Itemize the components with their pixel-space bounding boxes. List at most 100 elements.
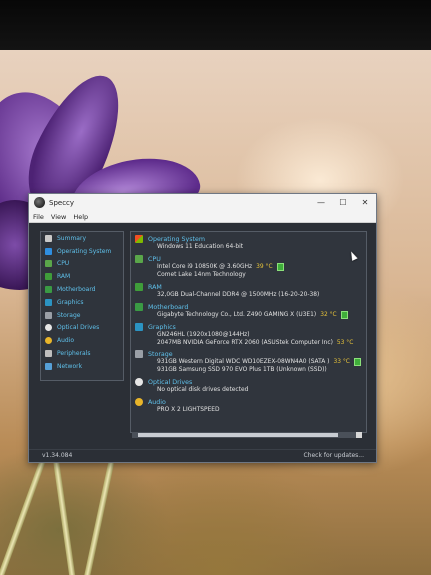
sidebar-item-graphics[interactable]: Graphics: [41, 296, 123, 309]
section-title: Optical Drives: [148, 378, 193, 386]
sidebar-item-label: Audio: [57, 337, 75, 345]
section-title: RAM: [148, 283, 162, 291]
sidebar-item-label: Peripherals: [57, 350, 91, 358]
sidebar-item-label: Storage: [57, 311, 81, 319]
maximize-button[interactable]: ☐: [332, 194, 354, 211]
sidebar-item-audio[interactable]: Audio: [41, 334, 123, 347]
version-label: v1.34.084: [42, 452, 73, 459]
sidebar-item-label: Graphics: [57, 298, 84, 306]
graphics-icon: [135, 323, 143, 331]
gpu-temperature: 53 °C: [336, 340, 354, 346]
gpu-model: 2047MB NVIDIA GeForce RTX 2060 (ASUStek …: [157, 340, 333, 346]
sidebar-item-label: Network: [57, 362, 83, 370]
section-title: Audio: [148, 398, 166, 406]
windows-icon: [135, 235, 143, 243]
monitor-value: GN246HL (1920x1080@144Hz): [157, 332, 250, 338]
optical-drive-icon: [135, 378, 143, 386]
hdd-model: 931GB Western Digital WDC WD10EZEX-08WN4…: [157, 359, 330, 365]
motherboard-model: Gigabyte Technology Co., Ltd. Z490 GAMIN…: [157, 312, 317, 318]
temperature-indicator-icon: [276, 263, 284, 271]
section-title: Graphics: [148, 323, 176, 331]
sidebar-item-label: RAM: [57, 273, 71, 281]
motherboard-value: Gigabyte Technology Co., Ltd. Z490 GAMIN…: [157, 311, 348, 319]
section-title: CPU: [148, 255, 161, 263]
ram-icon: [45, 273, 52, 281]
cpu-technology: Comet Lake 14nm Technology: [157, 272, 246, 278]
ssd-value: 931GB Samsung SSD 970 EVO Plus 1TB (Unkn…: [157, 367, 327, 373]
storage-icon: [135, 350, 143, 358]
section-ram: RAM 32,0GB Dual-Channel DDR4 @ 1500MHz (…: [135, 283, 319, 299]
summary-icon: [45, 234, 52, 242]
menu-help[interactable]: Help: [73, 213, 88, 221]
os-value: Windows 11 Education 64-bit: [157, 244, 244, 250]
ram-value: 32,0GB Dual-Channel DDR4 @ 1500MHz (16-2…: [157, 292, 320, 298]
window-title: Speccy: [49, 198, 75, 207]
flower-stem: [81, 460, 115, 575]
sidebar-item-label: Motherboard: [57, 286, 96, 294]
temperature-indicator-icon: [340, 311, 348, 319]
menu-bar: File View Help: [29, 211, 376, 223]
audio-icon: [135, 398, 143, 406]
sidebar-item-optical-drives[interactable]: Optical Drives: [41, 322, 123, 335]
section-motherboard: Motherboard Gigabyte Technology Co., Ltd…: [135, 303, 348, 319]
windows-icon: [45, 247, 52, 255]
section-operating-system: Operating System Windows 11 Education 64…: [135, 235, 243, 251]
minimize-button[interactable]: —: [310, 194, 332, 211]
section-audio: Audio PRO X 2 LIGHTSPEED: [135, 398, 220, 414]
hdd-value: 931GB Western Digital WDC WD10EZEX-08WN4…: [157, 358, 361, 366]
sidebar-item-label: Optical Drives: [57, 324, 100, 332]
ram-icon: [135, 283, 143, 291]
motherboard-temperature: 32 °C: [320, 312, 337, 318]
section-title: Storage: [148, 350, 173, 358]
audio-value: PRO X 2 LIGHTSPEED: [157, 407, 220, 413]
temperature-indicator-icon: [353, 358, 361, 366]
status-bar: v1.34.084 Check for updates...: [29, 449, 376, 462]
cpu-icon: [45, 260, 52, 268]
motherboard-icon: [45, 286, 52, 294]
flower-stem: [0, 443, 52, 575]
network-icon: [45, 362, 52, 370]
cpu-value: Intel Core i9 10850K @ 3.60GHz 39 °C: [157, 263, 284, 271]
section-storage: Storage 931GB Western Digital WDC WD10EZ…: [135, 350, 361, 374]
check-for-updates-link[interactable]: Check for updates...: [303, 452, 364, 459]
horizontal-scrollbar[interactable]: [132, 432, 362, 438]
audio-icon: [45, 337, 52, 345]
peripherals-icon: [45, 350, 52, 358]
summary-panel: Operating System Windows 11 Education 64…: [130, 231, 367, 433]
speccy-app-icon: [34, 197, 45, 208]
section-graphics: Graphics GN246HL (1920x1080@144Hz) 2047M…: [135, 323, 353, 347]
cpu-temperature: 39 °C: [256, 264, 273, 270]
motherboard-icon: [135, 303, 143, 311]
menu-file[interactable]: File: [33, 213, 44, 221]
optical-drive-icon: [45, 324, 52, 332]
section-title: Motherboard: [148, 303, 189, 311]
scrollbar-thumb[interactable]: [138, 433, 338, 437]
close-button[interactable]: ✕: [354, 194, 376, 211]
sidebar-item-label: Summary: [57, 234, 86, 242]
sidebar-item-storage[interactable]: Storage: [41, 309, 123, 322]
sidebar-item-operating-system[interactable]: Operating System: [41, 245, 123, 258]
cpu-model: Intel Core i9 10850K @ 3.60GHz: [157, 264, 253, 270]
sidebar-item-summary[interactable]: Summary: [41, 232, 123, 245]
section-title: Operating System: [148, 235, 205, 243]
optical-value: No optical disk drives detected: [157, 387, 249, 393]
sidebar-item-label: CPU: [57, 260, 70, 268]
section-optical-drives: Optical Drives No optical disk drives de…: [135, 378, 248, 394]
storage-icon: [45, 311, 52, 319]
sidebar-item-ram[interactable]: RAM: [41, 270, 123, 283]
graphics-icon: [45, 298, 52, 306]
scroll-right-button[interactable]: [356, 432, 362, 438]
sidebar-item-peripherals[interactable]: Peripherals: [41, 347, 123, 360]
sidebar-item-motherboard[interactable]: Motherboard: [41, 283, 123, 296]
title-bar[interactable]: Speccy — ☐ ✕: [29, 194, 376, 211]
gpu-value: 2047MB NVIDIA GeForce RTX 2060 (ASUStek …: [157, 339, 353, 347]
menu-view[interactable]: View: [51, 213, 66, 221]
sidebar-item-cpu[interactable]: CPU: [41, 258, 123, 271]
sidebar-item-label: Operating System: [57, 247, 112, 255]
sidebar: Summary Operating System CPU RAM Motherb…: [40, 231, 124, 381]
window-body: Summary Operating System CPU RAM Motherb…: [29, 223, 376, 450]
sidebar-item-network[interactable]: Network: [41, 360, 123, 373]
hdd-temperature: 33 °C: [333, 359, 350, 365]
cpu-icon: [135, 255, 143, 263]
monitor-bezel: [0, 0, 431, 52]
